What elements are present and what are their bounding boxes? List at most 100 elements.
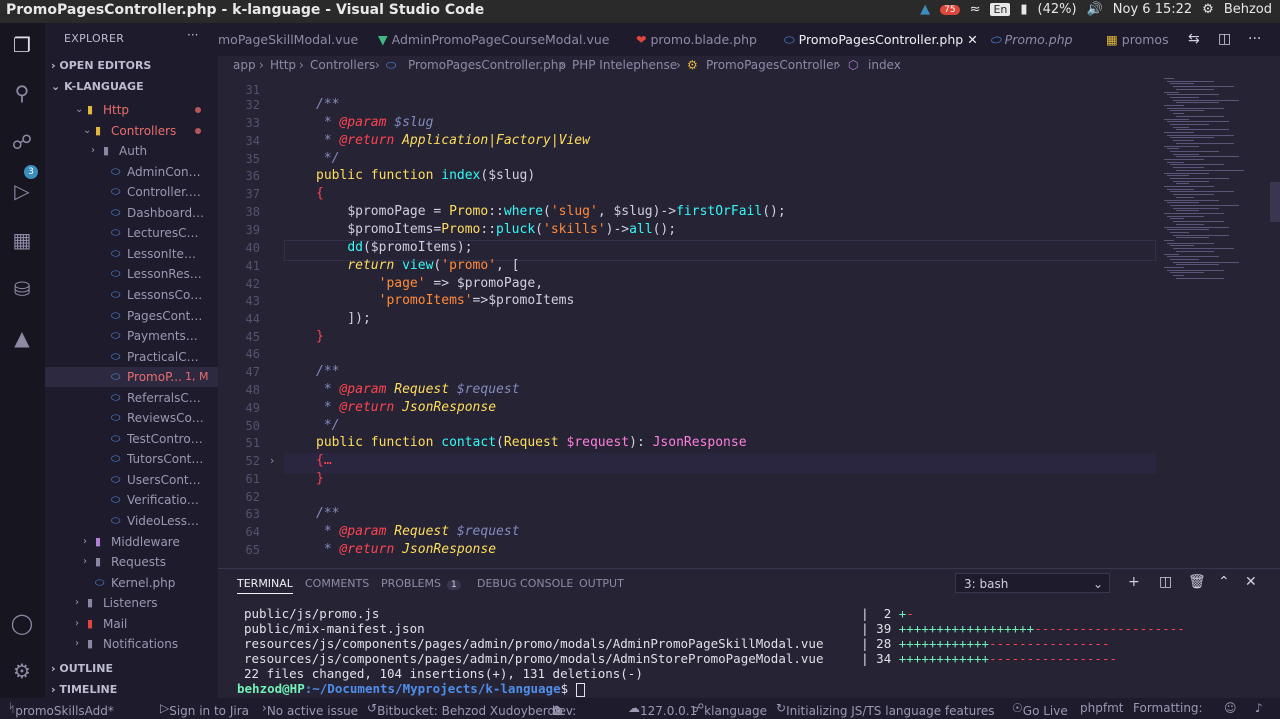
- tree-item[interactable]: ⬭ Kernel.php: [45, 573, 218, 593]
- search-icon[interactable]: ⚲: [10, 81, 34, 105]
- tree-item[interactable]: ⬭ LecturesContr...: [45, 223, 218, 243]
- tree-item[interactable]: ⬭ LessonItemCon...: [45, 244, 218, 264]
- tab-promo-blade[interactable]: ❤ promo.blade.php: [636, 23, 757, 56]
- go-live-button[interactable]: ☉ Go Live: [1012, 701, 1068, 718]
- account-icon[interactable]: ◯: [10, 611, 34, 635]
- volume-icon[interactable]: 🔊: [1087, 2, 1103, 17]
- tree-item[interactable]: ⬭ PagesControlle...: [45, 306, 218, 326]
- tree-item[interactable]: ⬭ TutorsControll...: [45, 449, 218, 469]
- user-name[interactable]: Behzod: [1224, 2, 1272, 17]
- tab-promos-table[interactable]: ▦ promos: [1106, 23, 1169, 56]
- tree-item[interactable]: ⬭ Controller.php: [45, 182, 218, 202]
- compare-icon[interactable]: ⇆: [1188, 31, 1200, 47]
- tree-item[interactable]: ⬭ VideoLessonCo...: [45, 511, 218, 531]
- more-actions-icon[interactable]: ···: [187, 28, 198, 42]
- breadcrumb-item[interactable]: Http: [270, 58, 296, 72]
- formatting-status[interactable]: Formatting:: [1133, 701, 1203, 715]
- split-editor-icon[interactable]: ◫: [1218, 31, 1231, 47]
- tree-item[interactable]: ⬭ PromoP... 1, M: [45, 367, 218, 388]
- host-status[interactable]: ☁ 127.0.0.1: [628, 701, 697, 718]
- close-panel-icon[interactable]: ✕: [1245, 574, 1257, 590]
- tree-item[interactable]: › ▮ Middleware: [45, 532, 218, 552]
- breadcrumb-item[interactable]: PHP Intelephense: [572, 58, 677, 72]
- tree-item[interactable]: ⬭ ReferralsContr...: [45, 388, 218, 408]
- tab-comments[interactable]: COMMENTS: [305, 577, 369, 590]
- outline-section[interactable]: › OUTLINE: [51, 662, 113, 675]
- tree-item[interactable]: › ▮ Auth: [45, 141, 218, 161]
- tab-promo-pages-controller[interactable]: ⬭ PromoPagesController.php ✕: [784, 23, 978, 57]
- minimap-line: [1170, 177, 1229, 179]
- breadcrumb-item[interactable]: app: [233, 58, 256, 72]
- tree-item[interactable]: ⬭ TestController....: [45, 429, 218, 449]
- tree-item[interactable]: ⬭ VerificationCo...: [45, 490, 218, 510]
- tree-item[interactable]: › ▮ Listeners: [45, 593, 218, 613]
- battery-icon[interactable]: ▮: [1020, 2, 1027, 17]
- tree-item[interactable]: ⬭ LessonResults...: [45, 264, 218, 284]
- tree-item[interactable]: ⌄ ▮ Http: [45, 100, 218, 120]
- breadcrumb-item[interactable]: PromoPagesController.php: [408, 58, 566, 72]
- tab-debug-console[interactable]: DEBUG CONSOLE: [477, 577, 573, 590]
- tree-item[interactable]: › ▮ Requests: [45, 552, 218, 572]
- more-actions-icon[interactable]: ···: [1248, 31, 1261, 47]
- manage-gear-icon[interactable]: ⚙: [10, 659, 34, 683]
- tree-item[interactable]: ⬭ DashboardCon...: [45, 203, 218, 223]
- terminal-prompt[interactable]: behzod@HP:~/Documents/Myprojects/k-langu…: [237, 681, 585, 697]
- tree-item[interactable]: ⬭ LessonsControl...: [45, 285, 218, 305]
- source-control-icon[interactable]: ☍: [10, 130, 34, 154]
- tab-output[interactable]: OUTPUT: [579, 577, 624, 590]
- tree-item[interactable]: ⬭ PaymentsContr...: [45, 326, 218, 346]
- project-status[interactable]: ☍ klanguage: [692, 701, 767, 718]
- timeline-section[interactable]: › TIMELINE: [51, 683, 117, 696]
- breadcrumb-item[interactable]: Controllers: [310, 58, 375, 72]
- tree-item-label: Listeners: [103, 596, 158, 611]
- gear-icon[interactable]: ⚙: [1202, 2, 1214, 17]
- jira-signin[interactable]: ▷ Sign in to Jira: [160, 701, 249, 718]
- tree-item[interactable]: ⌄ ▮ Controllers: [45, 121, 218, 141]
- tree-item[interactable]: ⬭ UsersControlle...: [45, 470, 218, 490]
- split-terminal-icon[interactable]: ◫: [1159, 574, 1172, 590]
- open-editors-section[interactable]: › OPEN EDITORS: [51, 59, 151, 72]
- wifi-icon[interactable]: ≈: [970, 2, 981, 17]
- minimap[interactable]: [1160, 76, 1270, 296]
- bell-icon[interactable]: ♪: [1255, 701, 1263, 715]
- php-file-icon: ⬭: [111, 472, 121, 486]
- tree-item[interactable]: ⬭ AdminControll...: [45, 162, 218, 182]
- clock[interactable]: Noy 6 15:22: [1113, 2, 1192, 17]
- language-init-status[interactable]: ↻ Initializing JS/TS language features: [776, 701, 995, 718]
- tab-terminal[interactable]: TERMINAL: [237, 577, 293, 594]
- explorer-icon[interactable]: ❐: [10, 33, 34, 57]
- tab-course-modal[interactable]: ▼ AdminPromoPageCourseModal.vue: [378, 23, 610, 56]
- account-feedback-icon[interactable]: ☺: [1224, 701, 1237, 715]
- tree-item[interactable]: › ▮ Notifications: [45, 634, 218, 654]
- bitbucket-status[interactable]: ↺ Bitbucket: Behzod Xudoyberdiev:: [367, 701, 576, 718]
- tree-item[interactable]: ⬭ PracticalContr...: [45, 347, 218, 367]
- atlassian-icon[interactable]: ▲: [10, 326, 34, 350]
- code-editor[interactable]: 31 32 33 34 35 36 37 38 39 40 41 42 43 44 45 46 47 48 49 50…: [218, 76, 1280, 568]
- tree-item[interactable]: ⬭ ReviewsContro...: [45, 408, 218, 428]
- language-indicator[interactable]: En: [990, 3, 1011, 16]
- tab-problems[interactable]: PROBLEMS 1: [381, 577, 461, 590]
- scrollbar-thumb[interactable]: [1270, 182, 1280, 222]
- tree-item-label: LessonResults...: [127, 267, 205, 282]
- tab-skill-modal[interactable]: moPageSkillModal.vue: [218, 23, 358, 56]
- tree-item[interactable]: › ▮ Mail: [45, 614, 218, 634]
- extensions-icon[interactable]: ▦: [10, 228, 34, 252]
- new-terminal-icon[interactable]: +: [1128, 574, 1140, 590]
- run-debug-icon[interactable]: ▷: [10, 179, 34, 203]
- phpfmt-status[interactable]: phpfmt: [1080, 701, 1123, 715]
- breadcrumb-item[interactable]: PromoPagesController: [706, 58, 838, 72]
- battery-percent[interactable]: (42%): [1038, 2, 1077, 17]
- wave-icon[interactable]: ▲: [920, 2, 930, 17]
- trash-icon[interactable]: 🗑: [1188, 574, 1206, 590]
- close-icon[interactable]: ✕: [967, 32, 977, 47]
- terminal-select[interactable]: 3: bash ⌄: [955, 573, 1110, 593]
- tab-promo-model[interactable]: ⬭ Promo.php: [990, 23, 1073, 56]
- breadcrumb-item[interactable]: index: [868, 58, 901, 72]
- git-branch[interactable]: ᛋ promoSkillsAdd*: [8, 701, 114, 718]
- jira-issue[interactable]: › No active issue: [262, 701, 358, 718]
- notification-icon[interactable]: 75: [940, 4, 960, 15]
- project-section[interactable]: ⌄ K-LANGUAGE: [51, 80, 144, 93]
- database-icon[interactable]: ⛁: [10, 277, 34, 301]
- fold-chevron-icon[interactable]: ›: [270, 454, 274, 467]
- maximize-panel-icon[interactable]: ⌃: [1218, 574, 1230, 590]
